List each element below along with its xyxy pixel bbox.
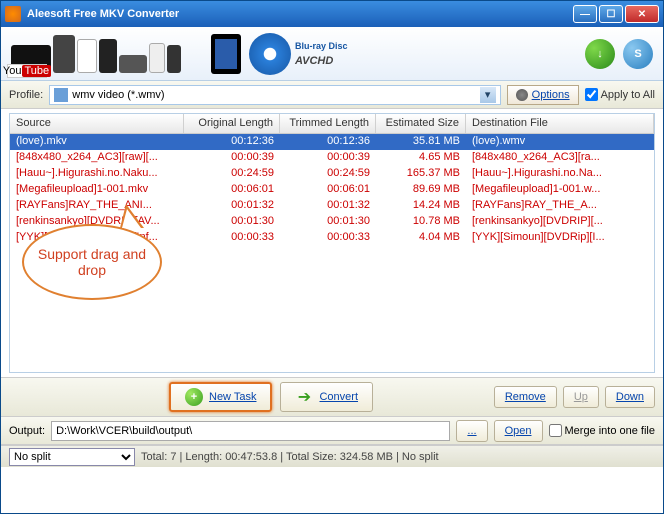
action-bar: + New Task ➔ Convert Remove Up Down — [1, 377, 663, 417]
bluray-disc-icon — [249, 33, 291, 75]
table-row[interactable]: (love).mkv00:12:3600:12:3635.81 MB(love)… — [10, 134, 654, 150]
split-select[interactable]: No split — [9, 448, 135, 466]
profile-value: wmv video (*.wmv) — [72, 89, 164, 101]
table-header: Source Original Length Trimmed Length Es… — [10, 114, 654, 134]
titlebar[interactable]: Aleesoft Free MKV Converter — ☐ ✕ — [1, 1, 663, 27]
download-button[interactable]: ↓ — [585, 39, 615, 69]
maximize-button[interactable]: ☐ — [599, 5, 623, 23]
gear-icon — [516, 89, 528, 101]
chevron-down-icon[interactable]: ▾ — [480, 87, 496, 103]
profile-select[interactable]: wmv video (*.wmv) ▾ — [49, 85, 500, 105]
output-path-input[interactable] — [51, 421, 450, 441]
col-source[interactable]: Source — [10, 114, 184, 133]
plus-icon: + — [185, 388, 203, 406]
open-button[interactable]: Open — [494, 420, 543, 442]
table-row[interactable]: [848x480_x264_AC3][raw][...00:00:3900:00… — [10, 150, 654, 166]
file-type-icon — [54, 88, 68, 102]
table-row[interactable]: [Hauu~].Higurashi.no.Naku...00:24:5900:2… — [10, 166, 654, 182]
col-estimated-size[interactable]: Estimated Size — [376, 114, 466, 133]
output-bar: Output: ... Open Merge into one file — [1, 417, 663, 445]
col-destination[interactable]: Destination File — [466, 114, 654, 133]
table-row[interactable]: [RAYFans]RAY_THE_ANI...00:01:3200:01:321… — [10, 198, 654, 214]
profile-bar: Profile: wmv video (*.wmv) ▾ Options App… — [1, 81, 663, 109]
avchd-logo: Blu-ray DiscAVCHD — [295, 41, 348, 67]
col-original-length[interactable]: Original Length — [184, 114, 280, 133]
minimize-button[interactable]: — — [573, 5, 597, 23]
down-button[interactable]: Down — [605, 386, 655, 408]
window-title: Aleesoft Free MKV Converter — [27, 8, 573, 20]
status-text: Total: 7 | Length: 00:47:53.8 | Total Si… — [141, 451, 439, 463]
remove-button[interactable]: Remove — [494, 386, 557, 408]
profile-label: Profile: — [9, 89, 43, 101]
banner: YouTube Blu-ray DiscAVCHD ↓ S — [1, 27, 663, 81]
app-window: Aleesoft Free MKV Converter — ☐ ✕ YouTub… — [0, 0, 664, 514]
output-label: Output: — [9, 425, 45, 437]
options-button[interactable]: Options — [507, 85, 579, 105]
file-table: Source Original Length Trimmed Length Es… — [9, 113, 655, 373]
merge-checkbox[interactable]: Merge into one file — [549, 424, 656, 437]
browse-button[interactable]: ... — [456, 420, 487, 442]
table-row[interactable]: [Megafileupload]1-001.mkv00:06:0100:06:0… — [10, 182, 654, 198]
s-button[interactable]: S — [623, 39, 653, 69]
col-trimmed-length[interactable]: Trimmed Length — [280, 114, 376, 133]
convert-button[interactable]: ➔ Convert — [280, 382, 373, 412]
up-button[interactable]: Up — [563, 386, 599, 408]
status-bar: No split Total: 7 | Length: 00:47:53.8 |… — [1, 445, 663, 467]
apply-all-checkbox[interactable]: Apply to All — [585, 88, 655, 101]
new-task-button[interactable]: + New Task — [169, 382, 272, 412]
arrow-right-icon: ➔ — [295, 388, 313, 406]
drag-drop-callout: Support drag and drop — [22, 224, 162, 300]
app-icon — [5, 6, 21, 22]
youtube-logo: YouTube — [7, 64, 47, 78]
ipad-image — [211, 34, 241, 74]
close-button[interactable]: ✕ — [625, 5, 659, 23]
